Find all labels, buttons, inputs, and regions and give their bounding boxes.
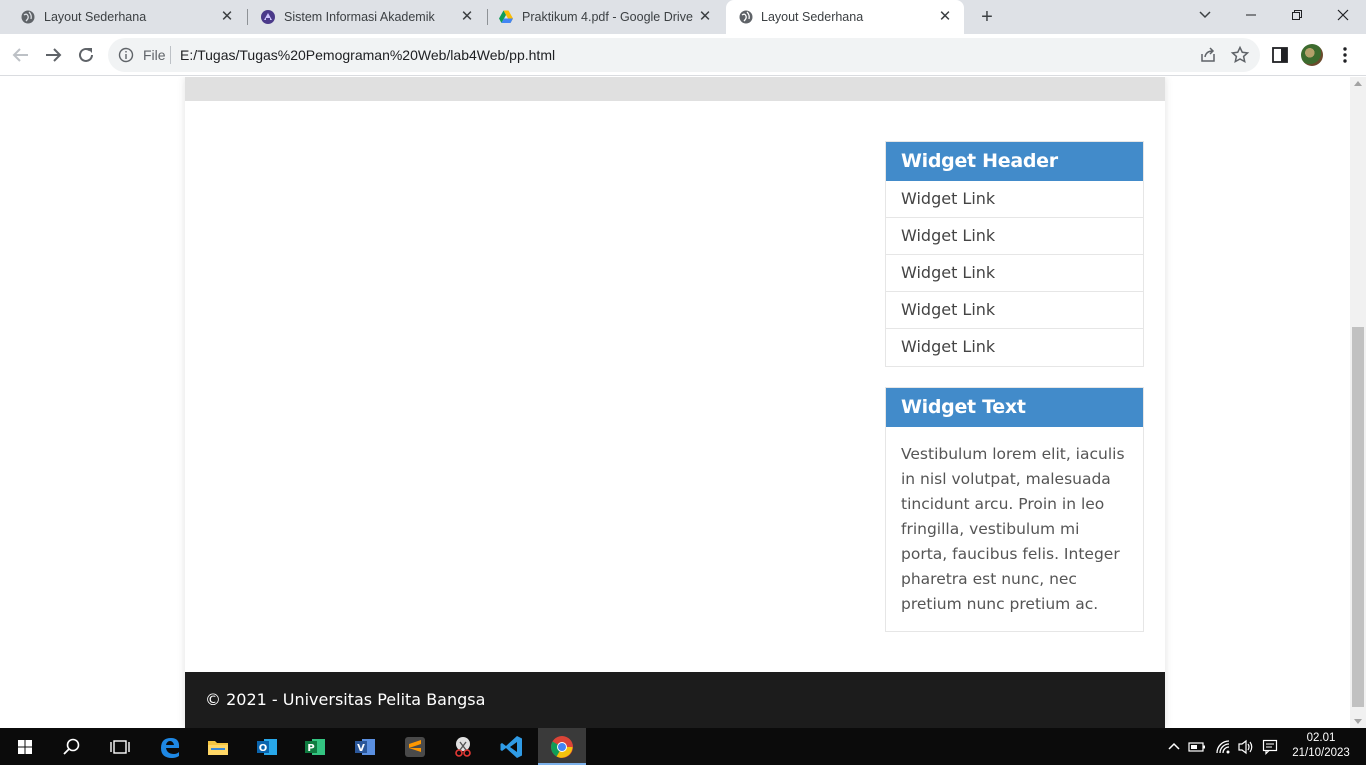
scroll-down-arrow-icon[interactable] xyxy=(1354,719,1362,724)
clock-date: 21/10/2023 xyxy=(1292,747,1350,759)
page-viewport: Widget Header Widget Link Widget Link Wi… xyxy=(0,77,1350,728)
task-view-icon[interactable] xyxy=(105,732,135,762)
wifi-icon[interactable] xyxy=(1215,739,1231,755)
reload-icon xyxy=(79,47,93,62)
tab-title: Sistem Informasi Akademik xyxy=(284,10,435,24)
snipping-tool-icon[interactable] xyxy=(448,732,478,762)
more-options-icon[interactable] xyxy=(1334,44,1356,66)
close-tab-icon[interactable]: ✕ xyxy=(458,8,476,26)
side-panel-icon[interactable] xyxy=(1269,44,1291,66)
svg-text:V: V xyxy=(357,743,365,754)
restore-button[interactable] xyxy=(1285,4,1309,26)
close-tab-icon[interactable]: ✕ xyxy=(696,8,714,26)
action-center-icon[interactable] xyxy=(1262,739,1278,755)
svg-text:O: O xyxy=(259,743,268,754)
sublime-text-icon[interactable] xyxy=(400,732,430,762)
system-clock[interactable]: 02.01 21/10/2023 xyxy=(1286,731,1356,761)
tab-title: Praktikum 4.pdf - Google Drive xyxy=(522,10,693,24)
chrome-icon[interactable] xyxy=(547,732,577,762)
google-drive-icon xyxy=(499,10,513,23)
widget-header-title: Widget Header xyxy=(886,142,1143,181)
widget-link[interactable]: Widget Link xyxy=(886,218,1143,255)
file-explorer-icon[interactable] xyxy=(203,732,233,762)
profile-avatar[interactable] xyxy=(1301,44,1323,66)
reload-button[interactable] xyxy=(75,44,97,66)
minimize-button[interactable] xyxy=(1239,4,1263,26)
new-tab-button[interactable]: + xyxy=(976,7,998,27)
tab-search-chevron-icon[interactable] xyxy=(1193,4,1217,26)
scrollbar-thumb[interactable] xyxy=(1352,327,1364,707)
back-button[interactable] xyxy=(10,44,32,66)
page-footer: © 2021 - Universitas Pelita Bangsa xyxy=(185,672,1165,728)
globe-icon xyxy=(739,10,753,24)
widget-text-title: Widget Text xyxy=(886,388,1143,427)
close-tab-icon[interactable]: ✕ xyxy=(218,8,236,26)
tab-layout-sederhana-1[interactable]: Layout Sederhana ✕ xyxy=(0,0,246,34)
project-icon[interactable]: P xyxy=(300,732,330,762)
clock-time: 02.01 xyxy=(1306,732,1336,744)
globe-icon xyxy=(21,10,35,24)
browser-toolbar: File E:/Tugas/Tugas%20Pemograman%20Web/l… xyxy=(0,34,1366,76)
back-arrow-icon xyxy=(12,48,28,62)
tab-title: Layout Sederhana xyxy=(761,10,864,24)
outlook-icon[interactable]: O xyxy=(252,732,282,762)
forward-arrow-icon xyxy=(46,48,62,62)
vscode-icon[interactable] xyxy=(497,732,527,762)
widget-text-body: Vestibulum lorem elit, iaculis in nisl v… xyxy=(901,445,1125,613)
tab-layout-sederhana-active[interactable]: Layout Sederhana ✕ xyxy=(726,0,964,34)
university-logo-icon xyxy=(261,10,275,24)
tab-title: Layout Sederhana xyxy=(44,10,147,24)
tab-strip: Layout Sederhana ✕ Sistem Informasi Akad… xyxy=(0,0,1366,34)
windows-taskbar: O P V 02.01 21/10/2023 xyxy=(0,728,1366,765)
share-icon[interactable] xyxy=(1198,45,1218,65)
scheme-label: File xyxy=(143,47,166,63)
address-separator xyxy=(170,46,171,64)
scroll-up-arrow-icon[interactable] xyxy=(1354,81,1362,86)
svg-text:P: P xyxy=(307,743,314,754)
battery-icon[interactable] xyxy=(1188,740,1206,754)
widget-text: Widget Text Vestibulum lorem elit, iacul… xyxy=(885,387,1144,632)
url-text[interactable]: E:/Tugas/Tugas%20Pemograman%20Web/lab4We… xyxy=(180,47,555,63)
widget-links: Widget Header Widget Link Widget Link Wi… xyxy=(885,141,1144,367)
visio-icon[interactable]: V xyxy=(350,732,380,762)
vertical-scrollbar[interactable] xyxy=(1350,77,1366,728)
info-icon[interactable] xyxy=(118,47,134,63)
forward-button[interactable] xyxy=(42,44,64,66)
search-icon[interactable] xyxy=(57,732,87,762)
tab-sistem-informasi-akademik[interactable]: Sistem Informasi Akademik ✕ xyxy=(240,0,486,34)
bookmark-star-icon[interactable] xyxy=(1230,45,1250,65)
show-hidden-icons-chevron-icon[interactable] xyxy=(1168,738,1180,754)
close-window-button[interactable] xyxy=(1331,4,1355,26)
widget-link[interactable]: Widget Link xyxy=(886,329,1143,366)
widget-link[interactable]: Widget Link xyxy=(886,255,1143,292)
widget-link[interactable]: Widget Link xyxy=(886,181,1143,218)
address-bar[interactable]: File E:/Tugas/Tugas%20Pemograman%20Web/l… xyxy=(108,38,1260,72)
widget-link[interactable]: Widget Link xyxy=(886,292,1143,329)
volume-icon[interactable] xyxy=(1237,739,1255,755)
page-container: Widget Header Widget Link Widget Link Wi… xyxy=(185,77,1165,728)
navigation-bar xyxy=(185,77,1165,101)
windows-start-icon[interactable] xyxy=(10,732,40,762)
tab-google-drive[interactable]: Praktikum 4.pdf - Google Drive ✕ xyxy=(478,0,724,34)
edge-icon[interactable] xyxy=(155,732,185,762)
close-tab-icon[interactable]: ✕ xyxy=(936,8,954,26)
